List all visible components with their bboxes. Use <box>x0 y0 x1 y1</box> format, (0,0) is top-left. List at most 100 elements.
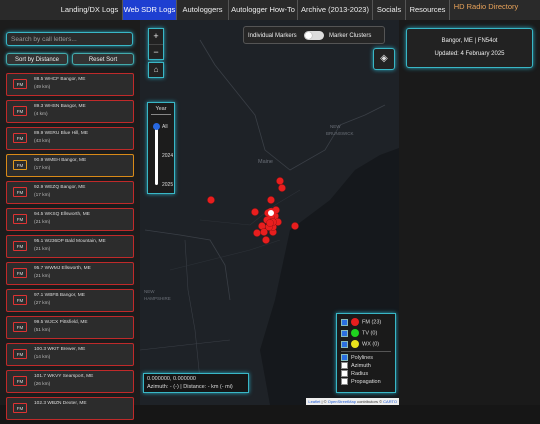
station-distance: (26 km) <box>34 382 51 387</box>
zoom-out-button[interactable]: − <box>149 45 163 60</box>
search-input[interactable]: Search by call letters... <box>6 32 133 46</box>
station-distance: (49 km) <box>34 85 51 90</box>
station-item[interactable]: FM 102.3 WBZN Dexter, ME <box>6 397 134 420</box>
updated-line: Updated: 4 February 2025 <box>434 51 505 57</box>
coords-azimuth: Azimuth: - (-) | Distance: - km (- mi) <box>147 383 233 390</box>
checkbox-icon[interactable] <box>341 318 348 326</box>
layers-icon[interactable]: ◈ <box>373 48 395 70</box>
nav-archive[interactable]: Archive (2013-2023) <box>298 0 373 20</box>
station-name: 94.5 WKSQ Ellsworth, ME <box>34 212 90 217</box>
year-filter: Year All 2024 2025 <box>147 102 175 194</box>
sort-by-distance-button[interactable]: Sort by Distance <box>6 53 68 65</box>
station-item[interactable]: FM 89.9 WERU Blue Hill, ME (43 km) <box>6 127 134 150</box>
station-distance: (17 km) <box>34 193 51 198</box>
station-name: 92.9 WEZQ Bangor, ME <box>34 185 86 190</box>
coordinates-readout: 0.000000, 0.000000 Azimuth: - (-) | Dist… <box>143 373 249 393</box>
fm-station-marker[interactable] <box>267 196 275 204</box>
station-band-badge: FM <box>13 160 27 170</box>
legend-wx[interactable]: WX (0) <box>341 340 379 349</box>
station-band-badge: FM <box>13 295 27 305</box>
station-item[interactable]: FM 90.9 WMEH Bangor, ME (17 km) <box>6 154 134 177</box>
station-item[interactable]: FM 101.7 WKVY Searsport, ME (26 km) <box>6 370 134 393</box>
fm-station-marker[interactable] <box>276 177 284 185</box>
checkbox-icon[interactable] <box>341 378 348 386</box>
station-item[interactable]: FM 95.1 W236DP Bald Mountain, ME (21 km) <box>6 235 134 258</box>
toggle-label-individual: Individual Markers <box>248 33 297 39</box>
nav-landing[interactable]: Landing/DX Logs <box>57 0 123 20</box>
checkbox-icon[interactable] <box>341 354 348 362</box>
reset-sort-button[interactable]: Reset Sort <box>72 53 134 65</box>
sidebar: Search by call letters... Sort by Distan… <box>0 20 140 420</box>
legend-tv[interactable]: TV (0) <box>341 329 377 338</box>
zoom-in-button[interactable]: + <box>149 29 163 45</box>
year-label: Year <box>155 106 167 112</box>
fm-station-marker[interactable] <box>260 228 268 236</box>
station-item[interactable]: FM 100.3 WKIT Brewer, ME (14 km) <box>6 343 134 366</box>
station-name: 102.3 WBZN Dexter, ME <box>34 401 87 406</box>
right-panel: Bangor, ME | FN54ot Updated: 4 February … <box>399 20 540 405</box>
top-nav: Landing/DX Logs Web SDR Logs Autologgers… <box>0 0 540 21</box>
station-distance: (14 km) <box>34 355 51 360</box>
location-line: Bangor, ME | FN54ot <box>441 38 498 44</box>
station-name: 99.5 WJCX Pittsfield, ME <box>34 320 88 325</box>
home-location-marker[interactable] <box>266 208 276 218</box>
station-item[interactable]: FM 95.7 WWMJ Ellsworth, ME (21 km) <box>6 262 134 285</box>
leaflet-link[interactable]: Leaflet <box>308 399 320 404</box>
marker-mode-toggle[interactable]: Individual Markers Marker Clusters <box>243 26 385 44</box>
station-item[interactable]: FM 88.5 WHCF Bangor, ME (49 km) <box>6 73 134 96</box>
station-band-badge: FM <box>13 106 27 116</box>
nav-autologger-howto[interactable]: Autologger How-To <box>229 0 298 20</box>
station-item[interactable]: FM 99.5 WJCX Pittsfield, ME (51 km) <box>6 316 134 339</box>
year-slider-handle[interactable] <box>153 123 160 130</box>
fm-station-marker[interactable] <box>253 229 261 237</box>
nav-hd-radio-directory[interactable]: HD Radio Directory <box>450 0 522 17</box>
home-icon[interactable]: ⌂ <box>148 62 164 78</box>
fm-station-marker[interactable] <box>278 184 286 192</box>
legend-propagation[interactable]: Propagation <box>341 378 381 387</box>
station-band-badge: FM <box>13 349 27 359</box>
nav-socials[interactable]: Socials <box>373 0 406 20</box>
fm-dot-icon <box>351 318 359 326</box>
checkbox-icon[interactable] <box>341 340 348 348</box>
station-band-badge: FM <box>13 322 27 332</box>
nav-web-sdr-logs[interactable]: Web SDR Logs <box>123 0 177 20</box>
fm-station-marker[interactable] <box>266 219 274 227</box>
map[interactable]: Maine NEW BRUNSWICK NEW HAMPSHIRE + − ⌂ … <box>140 20 399 405</box>
label-maine: Maine <box>258 159 273 165</box>
nav-resources[interactable]: Resources <box>406 0 450 20</box>
station-name: 95.1 W236DP Bald Mountain, ME <box>34 239 106 244</box>
station-distance: (27 km) <box>34 301 51 306</box>
toggle-switch[interactable] <box>304 31 324 40</box>
fm-station-marker[interactable] <box>262 236 270 244</box>
station-name: 90.9 WMEH Bangor, ME <box>34 158 87 163</box>
station-item[interactable]: FM 97.1 WBFB Bangor, ME (27 km) <box>6 289 134 312</box>
legend-fm[interactable]: FM (23) <box>341 318 381 327</box>
checkbox-icon[interactable] <box>341 370 348 378</box>
fm-station-marker[interactable] <box>291 222 299 230</box>
station-name: 95.7 WWMJ Ellsworth, ME <box>34 266 91 271</box>
toggle-label-clusters: Marker Clusters <box>329 33 372 39</box>
station-distance: (43 km) <box>34 139 51 144</box>
station-distance: (4 km) <box>34 112 48 117</box>
fm-station-marker[interactable] <box>251 208 259 216</box>
station-item[interactable]: FM 94.5 WKSQ Ellsworth, ME (21 km) <box>6 208 134 231</box>
svg-text:HAMPSHIRE: HAMPSHIRE <box>144 296 171 301</box>
station-band-badge: FM <box>13 187 27 197</box>
checkbox-icon[interactable] <box>341 362 348 370</box>
checkbox-icon[interactable] <box>341 329 348 337</box>
coords-latlon: 0.000000, 0.000000 <box>147 376 196 382</box>
carto-link[interactable]: CARTO <box>383 399 397 404</box>
station-item[interactable]: FM 89.3 WHSN Bangor, ME (4 km) <box>6 100 134 123</box>
svg-text:BRUNSWICK: BRUNSWICK <box>326 131 354 136</box>
year-slider-track[interactable] <box>155 125 158 185</box>
station-name: 101.7 WKVY Searsport, ME <box>34 374 94 379</box>
nav-autologgers[interactable]: Autologgers <box>177 0 229 20</box>
station-item[interactable]: FM 92.9 WEZQ Bangor, ME (17 km) <box>6 181 134 204</box>
wx-dot-icon <box>351 340 359 348</box>
station-name: 97.1 WBFB Bangor, ME <box>34 293 85 298</box>
station-band-badge: FM <box>13 268 27 278</box>
fm-station-marker[interactable] <box>207 196 215 204</box>
osm-link[interactable]: OpenStreetMap <box>328 399 356 404</box>
location-info: Bangor, ME | FN54ot Updated: 4 February … <box>406 28 533 68</box>
station-distance: (51 km) <box>34 328 51 333</box>
